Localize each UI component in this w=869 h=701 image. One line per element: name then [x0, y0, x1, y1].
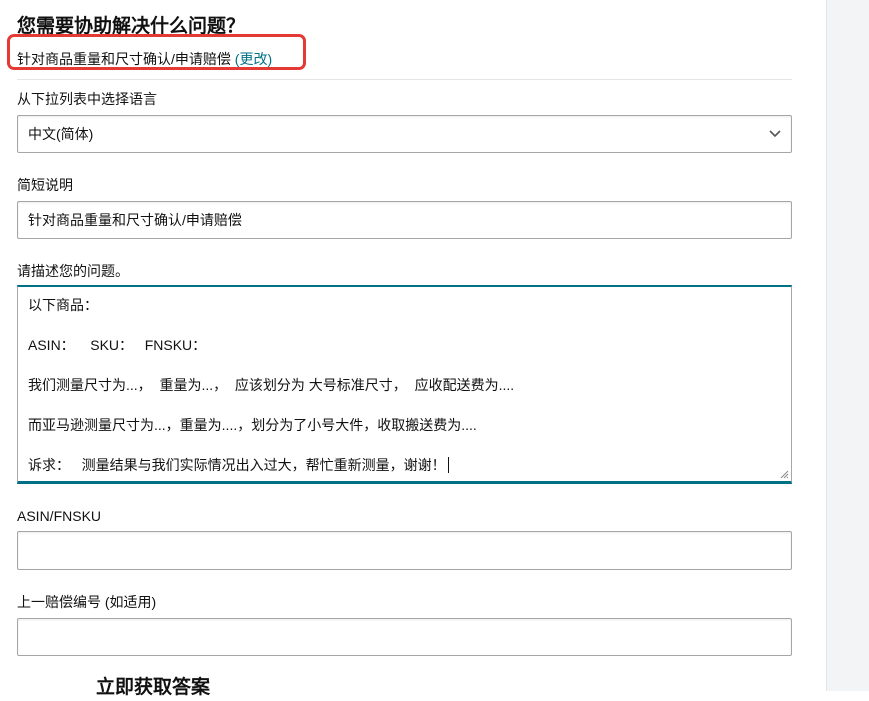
- asin-input[interactable]: [17, 531, 792, 570]
- text-caret: [447, 457, 449, 473]
- description-textarea[interactable]: 以下商品： ASIN： SKU： FNSKU： 我们测量尺寸为...， 重量为.…: [17, 285, 792, 484]
- description-label: 请描述您的问题。: [17, 263, 129, 279]
- get-answers-heading: 立即获取答案: [96, 677, 211, 698]
- language-select[interactable]: 中文(简体): [17, 115, 792, 153]
- summary-label: 简短说明: [17, 177, 73, 193]
- description-line: [28, 435, 781, 455]
- description-line: 以下商品：: [28, 297, 98, 313]
- description-line: [28, 355, 781, 375]
- language-label: 从下拉列表中选择语言: [17, 91, 157, 107]
- description-line: [28, 395, 781, 415]
- resize-grip-icon[interactable]: [779, 469, 789, 479]
- description-line: ASIN： SKU： FNSKU：: [28, 337, 207, 353]
- summary-input[interactable]: 针对商品重量和尺寸确认/申请赔偿: [17, 201, 792, 239]
- selected-topic-text: 针对商品重量和尺寸确认/申请赔偿: [17, 51, 231, 67]
- description-line: 而亚马逊测量尺寸为...，重量为....，划分为了小号大件，收取搬送费为....: [28, 417, 477, 433]
- summary-input-value: 针对商品重量和尺寸确认/申请赔偿: [28, 212, 242, 228]
- change-topic-link[interactable]: (更改): [235, 51, 272, 67]
- description-line-last: 诉求： 测量结果与我们实际情况出入过大，帮忙重新测量，谢谢！: [28, 455, 781, 475]
- description-line-text: 诉求： 测量结果与我们实际情况出入过大，帮忙重新测量，谢谢！: [28, 457, 446, 473]
- claim-id-label: 上一赔偿编号 (如适用): [17, 594, 157, 610]
- claim-id-input[interactable]: [17, 618, 792, 656]
- language-select-value: 中文(简体): [28, 126, 94, 142]
- description-line: [28, 315, 781, 335]
- chevron-down-icon: [769, 130, 781, 138]
- selected-topic-row: 针对商品重量和尺寸确认/申请赔偿 (更改): [17, 50, 272, 68]
- divider: [17, 79, 792, 80]
- asin-label: ASIN/FNSKU: [17, 508, 102, 524]
- description-line: 我们测量尺寸为...， 重量为...， 应该划分为 大号标准尺寸， 应收配送费为…: [28, 377, 515, 393]
- right-side-panel: [826, 0, 869, 691]
